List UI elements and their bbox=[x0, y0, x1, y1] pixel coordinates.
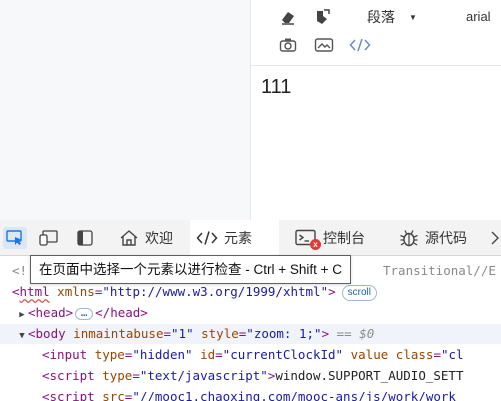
inspect-element-icon[interactable] bbox=[3, 227, 27, 249]
html-attr-xmlns: xmlns bbox=[57, 284, 95, 299]
selected-node-marker: == $0 bbox=[336, 326, 375, 341]
paragraph-select[interactable]: 段落 ▼ bbox=[367, 6, 417, 28]
html-tag-open: < bbox=[12, 284, 20, 299]
inspect-tooltip: 在页面中选择一个元素以进行检查 - Ctrl + Shift + C bbox=[30, 255, 352, 284]
head-close-tag: </head> bbox=[95, 305, 148, 320]
scroll-badge[interactable]: scroll bbox=[341, 284, 377, 301]
error-badge: x bbox=[310, 239, 321, 250]
input-open-tag: <input bbox=[42, 347, 88, 362]
input-attr-type: type bbox=[94, 347, 125, 362]
devtools-panel: 欢迎 元素 x 控制台 源代码 <! Transitional//E <html bbox=[0, 220, 501, 401]
collapse-triangle-icon[interactable]: ▼ bbox=[16, 326, 28, 346]
input-attr-id-value: "currentClockId" bbox=[222, 347, 344, 362]
body-attr-inmaintabuse-value: "1" bbox=[171, 326, 194, 341]
dom-line-head[interactable]: ▶ <head>… </head> bbox=[16, 303, 148, 323]
dom-line-script[interactable]: <script type="text/javascript">window.SU… bbox=[42, 366, 463, 386]
doctype-suffix: Transitional//E bbox=[383, 263, 496, 278]
tab-console[interactable]: x 控制台 bbox=[289, 220, 379, 256]
tab-sources-label: 源代码 bbox=[425, 230, 467, 246]
image-icon[interactable] bbox=[313, 34, 335, 56]
code-icon bbox=[196, 231, 218, 245]
left-panel bbox=[0, 0, 250, 220]
font-select[interactable]: arial bbox=[466, 6, 491, 28]
script-open-tag: <script bbox=[42, 368, 95, 383]
body-attr-style: style bbox=[201, 326, 239, 341]
dom-line-html[interactable]: <html xmlns="http://www.w3.org/1999/xhtm… bbox=[12, 282, 377, 302]
dom-line-body[interactable]: ▼ <body inmaintabuse="1" style="zoom: 1;"… bbox=[0, 324, 501, 344]
input-attr-class-value: "cl bbox=[440, 347, 464, 362]
tab-welcome-label: 欢迎 bbox=[145, 230, 173, 246]
head-open-tag: <head> bbox=[28, 305, 74, 320]
tab-elements-label: 元素 bbox=[224, 230, 252, 246]
tab-console-label: 控制台 bbox=[323, 230, 365, 246]
chevron-down-icon: ▼ bbox=[409, 12, 417, 22]
script-attr-type-value: "text/javascript" bbox=[139, 368, 268, 383]
body-attr-style-value: "zoom: 1;" bbox=[246, 326, 322, 341]
body-open-tag: <body bbox=[28, 326, 66, 341]
code-icon[interactable] bbox=[349, 34, 371, 56]
format-brush-icon[interactable] bbox=[311, 6, 333, 28]
devtools-tabbar: 欢迎 元素 x 控制台 源代码 bbox=[0, 220, 501, 256]
camera-icon[interactable] bbox=[277, 34, 299, 56]
eraser-icon[interactable] bbox=[277, 6, 299, 28]
dom-line-script-src[interactable]: <script src="//mooc1.chaoxing.com/mooc-a… bbox=[42, 387, 456, 401]
input-attr-id: id bbox=[200, 347, 216, 362]
collapsed-ellipsis[interactable]: … bbox=[75, 307, 94, 320]
script-inline-text: window.SUPPORT_AUDIO_SETT bbox=[275, 368, 464, 383]
bug-icon bbox=[400, 230, 418, 247]
body-tag-close: > bbox=[321, 326, 330, 341]
editor-content[interactable]: 111 bbox=[261, 76, 291, 99]
input-attr-class: class bbox=[395, 347, 434, 362]
input-attr-value: value bbox=[350, 347, 389, 362]
expand-triangle-icon[interactable]: ▶ bbox=[16, 305, 28, 325]
editor-toolbar: 段落 ▼ arial bbox=[251, 0, 501, 66]
doctype-prefix: <! bbox=[12, 263, 28, 278]
tab-welcome[interactable]: 欢迎 bbox=[113, 220, 189, 256]
more-tabs-icon[interactable] bbox=[490, 220, 501, 256]
paragraph-label: 段落 bbox=[367, 9, 395, 25]
sidebar-toggle-icon[interactable] bbox=[73, 227, 97, 249]
console-icon: x bbox=[295, 229, 321, 250]
rich-text-editor: 段落 ▼ arial 111 bbox=[250, 0, 501, 220]
body-attr-inmaintabuse: inmaintabuse bbox=[73, 326, 164, 341]
script-src-open-tag: <script bbox=[42, 389, 95, 401]
script-attr-src-value: "//mooc1.chaoxing.com/mooc-ans/js/work/w… bbox=[132, 389, 456, 401]
tab-sources[interactable]: 源代码 bbox=[393, 220, 485, 256]
device-toggle-icon[interactable] bbox=[37, 227, 61, 249]
home-icon bbox=[120, 230, 138, 246]
dom-line-doctype[interactable]: <! Transitional//E bbox=[0, 261, 496, 281]
html-tag-close: > bbox=[328, 284, 336, 299]
html-attr-xmlns-value: "http://www.w3.org/1999/xhtml" bbox=[102, 284, 329, 299]
dom-line-input[interactable]: <input type="hidden" id="currentClockId"… bbox=[42, 345, 464, 365]
html-tag-name: html bbox=[19, 284, 50, 299]
input-attr-type-value: "hidden" bbox=[132, 347, 193, 362]
script-attr-type: type bbox=[102, 368, 133, 383]
script-attr-src: src bbox=[102, 389, 125, 401]
tab-elements[interactable]: 元素 bbox=[190, 220, 279, 256]
